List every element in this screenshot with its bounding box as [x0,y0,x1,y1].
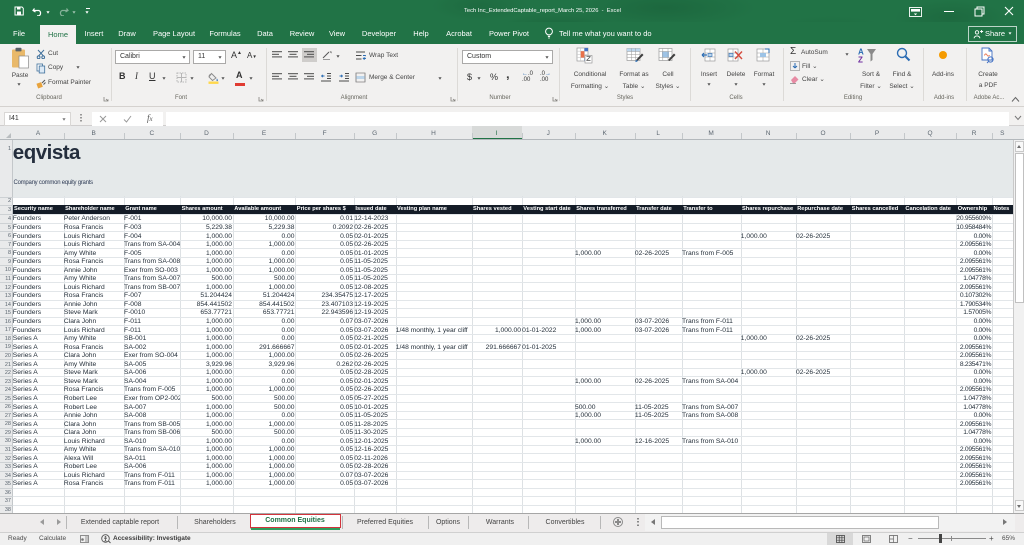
svg-text:Z: Z [858,56,863,64]
